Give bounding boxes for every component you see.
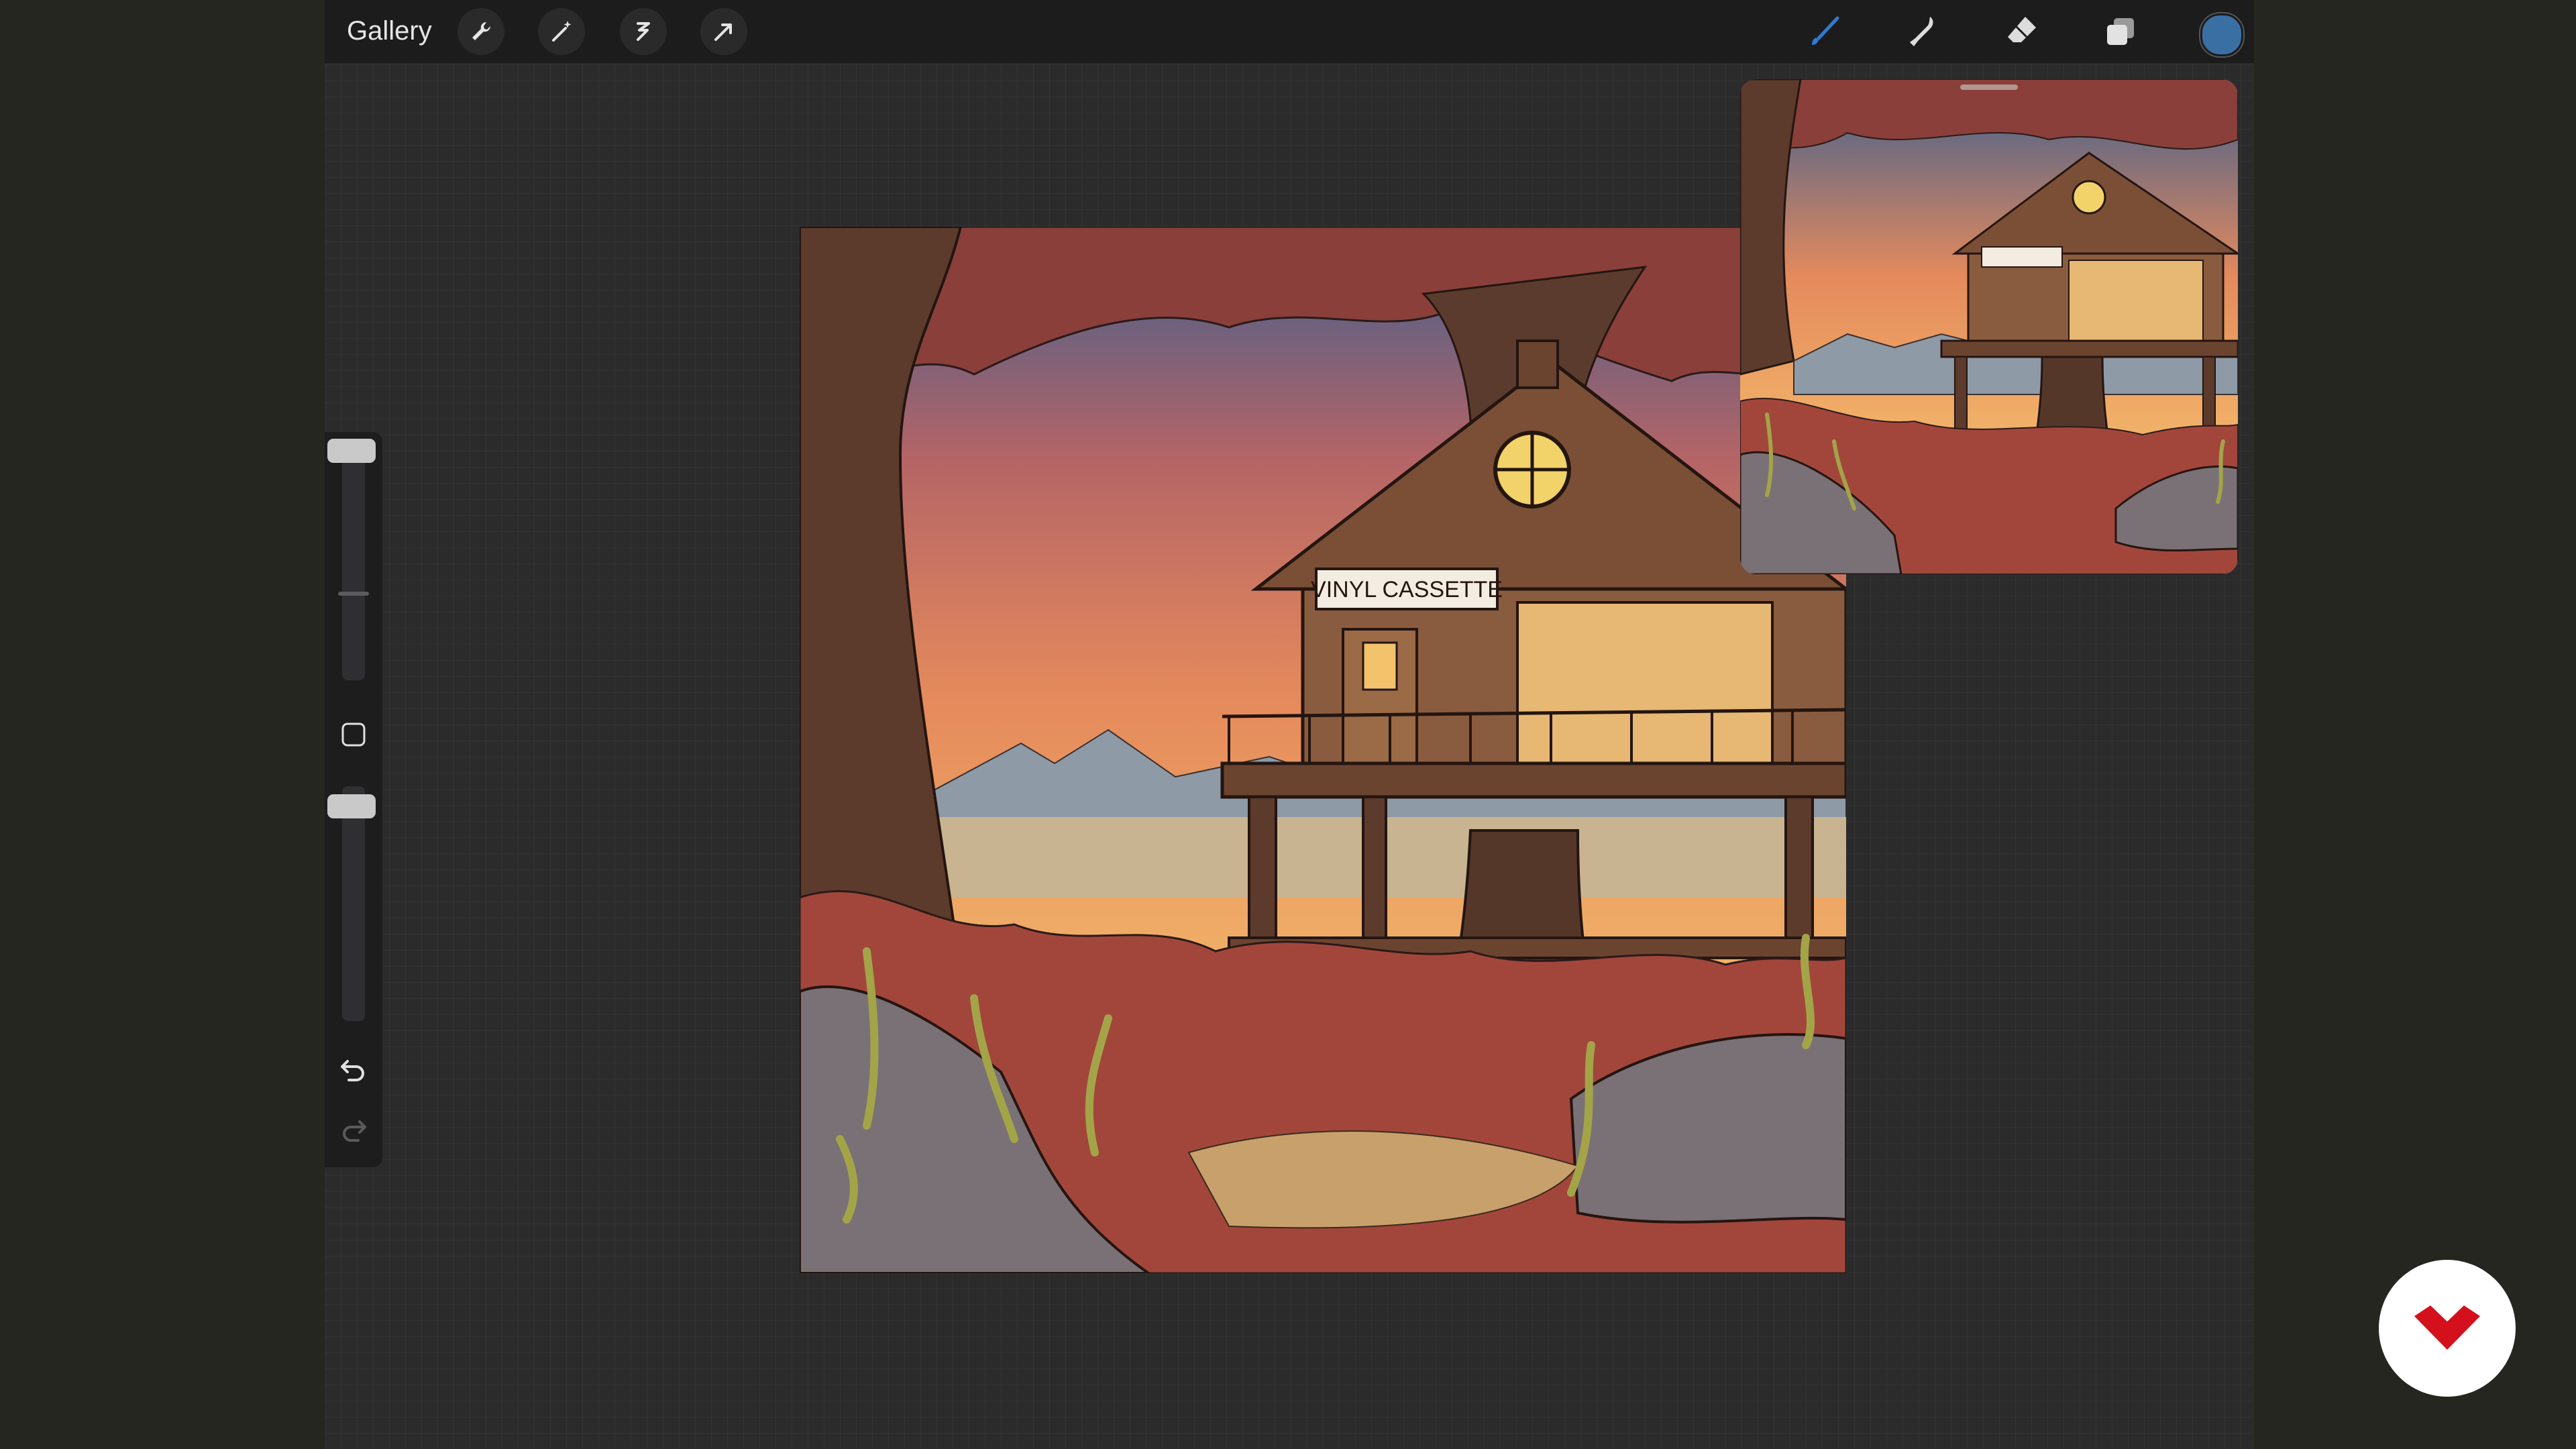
- layers-button[interactable]: [2097, 8, 2144, 55]
- logo-icon: [2414, 1305, 2480, 1350]
- undo-button[interactable]: [337, 1052, 370, 1085]
- transform-arrow-icon: [714, 23, 732, 41]
- redo-button[interactable]: [337, 1112, 370, 1146]
- opacity-slider[interactable]: [342, 786, 365, 1021]
- slider-marker: [338, 592, 369, 596]
- brush-icon: [1812, 16, 1839, 45]
- layers-icon: [2107, 18, 2134, 45]
- eraser-icon: [2008, 17, 2036, 42]
- brush-size-slider[interactable]: [342, 445, 365, 680]
- reference-window[interactable]: [1740, 79, 2238, 574]
- adjustments-button[interactable]: [538, 8, 585, 55]
- selection-icon: [637, 22, 650, 41]
- top-toolbar: [325, 0, 2254, 63]
- modify-button[interactable]: [339, 720, 368, 749]
- opacity-knob[interactable]: [327, 794, 376, 818]
- square-icon: [341, 722, 366, 747]
- eraser-tool-button[interactable]: [1998, 8, 2045, 55]
- smudge-icon: [1910, 17, 1933, 46]
- sidebar: [325, 432, 382, 1167]
- color-picker-button[interactable]: [2200, 13, 2243, 56]
- magic-wand-icon: [552, 21, 572, 42]
- selection-button[interactable]: [620, 8, 667, 55]
- treehouse-artwork: VINYL CASSETTE: [800, 227, 1846, 1273]
- drawing-canvas[interactable]: VINYL CASSETTE: [800, 227, 1846, 1273]
- undo-icon: [341, 1060, 364, 1081]
- brush-size-knob[interactable]: [327, 439, 376, 463]
- smudge-tool-button[interactable]: [1898, 8, 1945, 55]
- actions-button[interactable]: [458, 8, 504, 55]
- transform-button[interactable]: [700, 8, 747, 55]
- reference-window-handle[interactable]: [1960, 85, 2018, 90]
- logo-badge: [2379, 1260, 2516, 1397]
- redo-icon: [343, 1120, 366, 1142]
- gallery-button[interactable]: Gallery: [347, 16, 432, 46]
- wrench-icon: [472, 21, 491, 40]
- brush-tool-button[interactable]: [1801, 8, 1847, 55]
- reference-image: [1740, 79, 2238, 574]
- shop-sign-text: VINYL CASSETTE: [1311, 577, 1503, 602]
